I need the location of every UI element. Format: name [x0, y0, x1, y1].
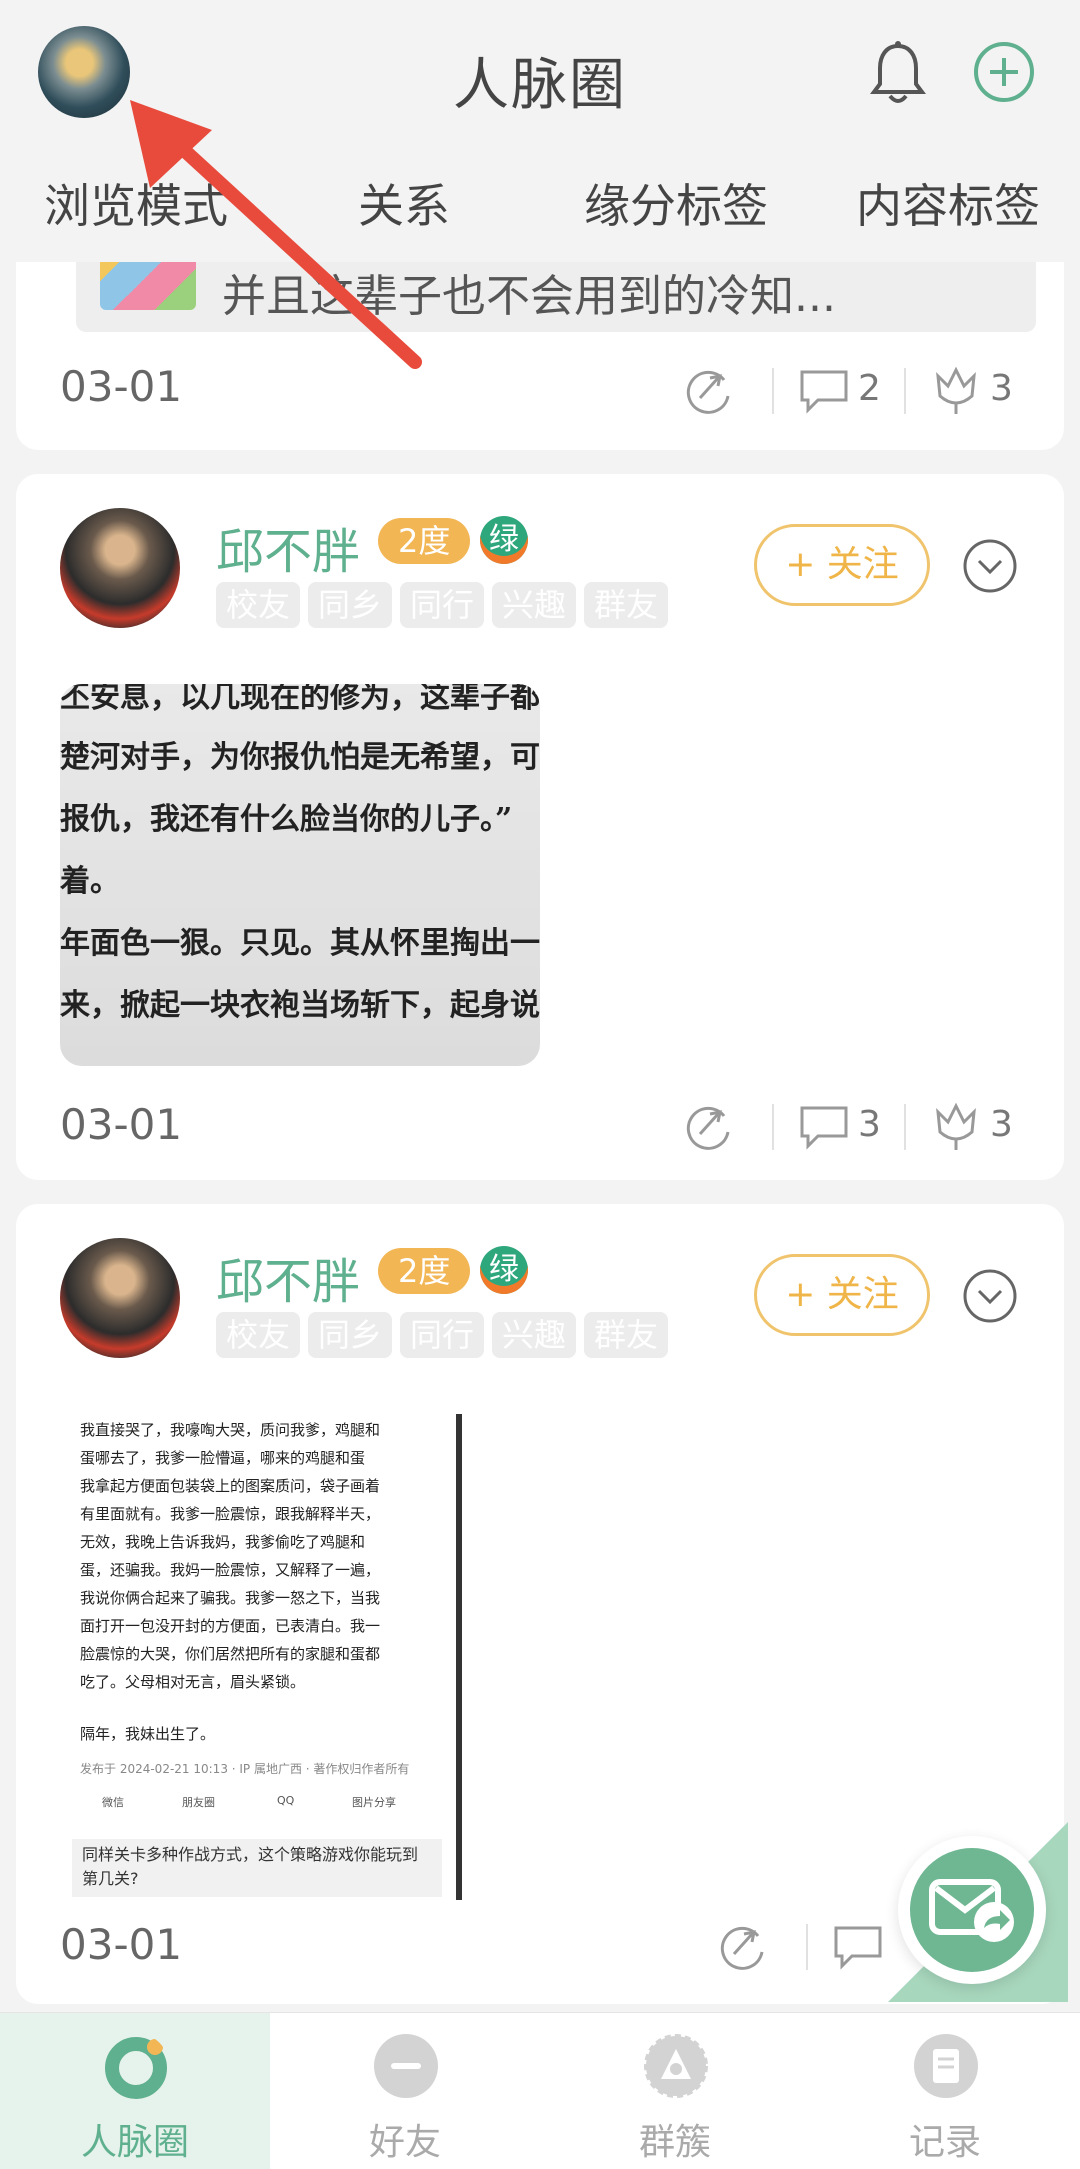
shared-link-text: 并且这辈子也不会用到的冷知... [222, 271, 836, 322]
mail-forward-icon [929, 1879, 1014, 1942]
flower-like-icon[interactable] [928, 1098, 984, 1154]
image-ad-text: 同样关卡多种作战方式，这个策略游戏你能玩到第几关? [72, 1839, 442, 1897]
follow-button[interactable]: + 关注 [754, 524, 930, 606]
floating-share-button[interactable] [888, 1822, 1068, 2002]
post-image[interactable]: 我直接哭了，我嚎啕大哭，质问我爹，鸡腿和 蛋哪去了，我爹一脸懵逼，哪来的鸡腿和蛋… [72, 1414, 462, 1900]
nav-item-friends[interactable]: 好友 [270, 2013, 540, 2169]
image-text-line: 蛋，还骗我。我妈一脸震惊，又解释了一遍， [80, 1561, 381, 1579]
circle-icon [105, 2037, 167, 2099]
post-actions: 2 3 [680, 362, 1020, 422]
share-icon[interactable] [680, 1098, 736, 1154]
comment-icon[interactable] [830, 1918, 886, 1974]
green-badge: 绿 [480, 1246, 528, 1294]
bell-icon[interactable] [868, 40, 928, 110]
user-avatar[interactable] [60, 1238, 180, 1358]
image-share-moments: 朋友圈 [182, 1796, 215, 1809]
fab-inner [910, 1848, 1034, 1972]
flower-like-icon[interactable] [928, 362, 984, 418]
follow-button[interactable]: + 关注 [754, 1254, 930, 1336]
tab-content-tags[interactable]: 内容标签 [856, 170, 1040, 236]
image-text-line: 面打开一包没开封的方便面，已表清白。我一 [80, 1617, 381, 1635]
image-text-line: 报仇，我还有什么脸当你的儿子。” [60, 802, 513, 837]
action-divider [904, 1104, 906, 1150]
chip-hometown: 同乡 [308, 582, 393, 628]
nav-item-group[interactable]: 群簇 [540, 2013, 810, 2169]
tab-fate-tags[interactable]: 缘分标签 [584, 170, 768, 236]
comment-count: 2 [858, 368, 881, 409]
image-meta-line: 发布于 2024-02-21 10:13 · IP 属地广西 · 著作权归作者所… [80, 1762, 410, 1776]
chip-industry: 同行 [400, 582, 485, 628]
tab-browse-mode[interactable]: 浏览模式 [44, 170, 228, 236]
image-text-line: 蛋哪去了，我爹一脸懵逼，哪来的鸡腿和蛋 [80, 1449, 366, 1467]
image-text-line: 来，掀起一块衣袍当场斩下，起身说道 [60, 988, 540, 1023]
nav-label: 群簇 [638, 2122, 711, 2163]
chip-industry: 同行 [400, 1312, 485, 1358]
record-icon [914, 2034, 978, 2098]
image-text-line: 有里面就有。我爹一脸震惊，跟我解释半天， [80, 1505, 381, 1523]
action-divider [772, 1104, 774, 1150]
nav-item-record[interactable]: 记录 [810, 2013, 1080, 2169]
group-icon [644, 2034, 708, 2098]
comment-icon[interactable] [796, 362, 852, 418]
share-icon[interactable] [680, 362, 736, 418]
post-image[interactable]: 丕安息，以几现在的修为，这辈子都 楚河对手，为你报仇怕是无希望，可不 报仇，我还… [60, 684, 540, 1066]
chip-interest: 兴趣 [492, 1312, 577, 1358]
tab-relation[interactable]: 关系 [358, 170, 450, 236]
chevron-down-icon[interactable] [962, 1268, 1018, 1324]
action-divider [772, 368, 774, 414]
nav-label: 好友 [368, 2122, 441, 2163]
user-name[interactable]: 邱不胖 [216, 512, 360, 582]
post-date: 03-01 [60, 362, 183, 411]
comment-count: 3 [858, 1104, 881, 1145]
image-text-line: 我说你俩合起来了骗我。我爹一怒之下，当我 [80, 1589, 381, 1607]
post-actions [714, 1918, 914, 1978]
image-text-line: 我拿起方便面包装袋上的图案质问，袋子画着 [80, 1477, 381, 1495]
image-text-line: 隔年，我妹出生了。 [80, 1725, 216, 1743]
share-icon[interactable] [714, 1918, 770, 1974]
user-name[interactable]: 邱不胖 [216, 1242, 360, 1312]
bottom-nav: 人脉圈 好友 群簇 记录 [0, 2012, 1080, 2169]
post-actions: 3 3 [680, 1098, 1020, 1158]
top-header: 人脉圈 浏览模式 关系 缘分标签 内容标签 [0, 0, 1080, 262]
fab-circle[interactable] [898, 1836, 1046, 1984]
mode-tabs: 浏览模式 关系 缘分标签 内容标签 [0, 170, 1080, 240]
like-count: 3 [990, 1104, 1013, 1145]
image-text-line: 我直接哭了，我嚎啕大哭，质问我爹，鸡腿和 [80, 1421, 381, 1439]
chevron-down-icon[interactable] [962, 538, 1018, 594]
degree-badge: 2度 [378, 1248, 471, 1294]
like-count: 3 [990, 368, 1013, 409]
nav-item-circle[interactable]: 人脉圈 [0, 2013, 270, 2169]
chip-alumni: 校友 [216, 582, 301, 628]
post-date: 03-01 [60, 1100, 183, 1149]
image-text-line: 丕安息，以几现在的修为，这辈子都 [60, 684, 540, 715]
image-text-line: 无效，我晚上告诉我妈，我爹偷吃了鸡腿和 [80, 1533, 366, 1551]
post-card-1: 邱不胖 2度 绿 校友 同乡 同行 兴趣 群友 + 关注 丕安息，以几现在的修为… [16, 474, 1064, 1180]
chip-group: 群友 [584, 1312, 669, 1358]
nav-label: 人脉圈 [80, 2122, 189, 2163]
chip-group: 群友 [584, 582, 669, 628]
comment-icon[interactable] [796, 1098, 852, 1154]
action-divider [904, 368, 906, 414]
user-avatar[interactable] [60, 508, 180, 628]
post-date: 03-01 [60, 1920, 183, 1969]
nav-label: 记录 [908, 2122, 981, 2163]
friends-icon [374, 2034, 438, 2098]
image-text-line: 着。 [60, 864, 120, 899]
action-divider [806, 1924, 808, 1970]
add-icon[interactable] [972, 40, 1036, 104]
chip-interest: 兴趣 [492, 582, 577, 628]
chip-alumni: 校友 [216, 1312, 301, 1358]
chip-hometown: 同乡 [308, 1312, 393, 1358]
image-share-wechat: 微信 [102, 1796, 124, 1809]
image-text-line: 吃了。父母相对无言，眉头紧锁。 [80, 1673, 306, 1691]
image-text-line: 年面色一狠。只见。其从怀里掏出一 [60, 926, 540, 961]
image-text-line: 楚河对手，为你报仇怕是无希望，可不 [60, 740, 540, 775]
image-text-line: 脸震惊的大哭，你们居然把所有的家腿和蛋都 [80, 1645, 381, 1663]
image-share-qq: QQ [277, 1794, 295, 1807]
green-badge: 绿 [480, 516, 528, 564]
degree-badge: 2度 [378, 518, 471, 564]
image-share-picture: 图片分享 [352, 1796, 396, 1809]
